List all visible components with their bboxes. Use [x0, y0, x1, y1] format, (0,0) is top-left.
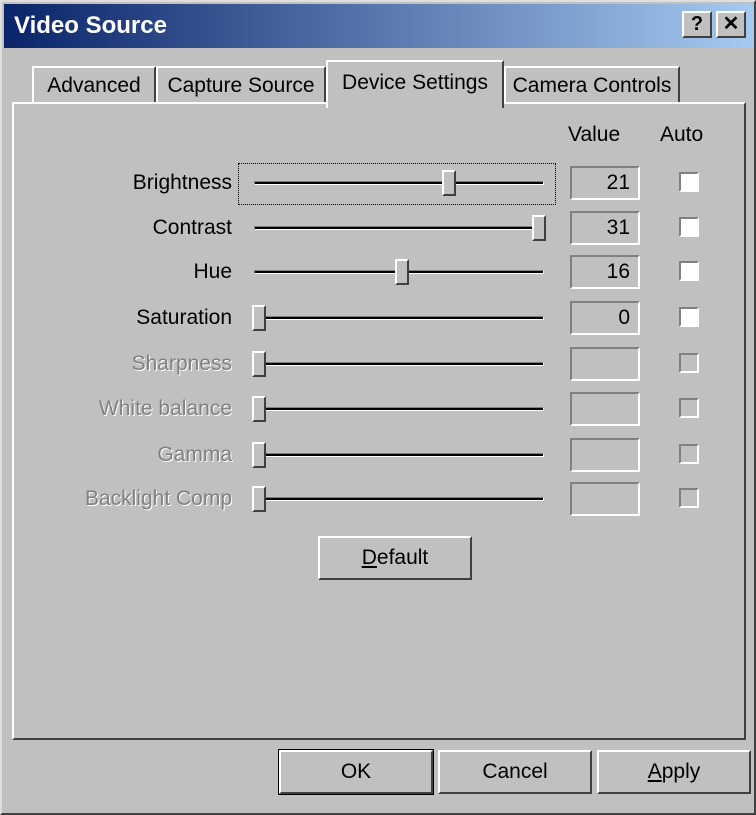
- saturation-label: Saturation: [136, 306, 232, 329]
- cancel-button[interactable]: Cancel: [438, 750, 592, 794]
- hue-value: 16: [570, 255, 640, 289]
- contrast-label: Contrast: [152, 216, 232, 239]
- white-balance-value: [570, 392, 640, 426]
- contrast-slider-thumb[interactable]: [532, 215, 546, 241]
- sharpness-slider-track: [254, 362, 544, 366]
- saturation-slider-track[interactable]: [254, 316, 544, 320]
- sharpness-value: [570, 347, 640, 381]
- hue-label: Hue: [193, 260, 232, 283]
- sharpness-label: Sharpness: [131, 352, 232, 375]
- white-balance-label: White balance: [98, 397, 232, 420]
- white-balance-slider-thumb: [252, 396, 266, 422]
- white-balance-slider-track: [254, 407, 544, 411]
- brightness-label: Brightness: [132, 171, 232, 194]
- brightness-slider-track[interactable]: [254, 181, 544, 185]
- value-column-header: Value: [568, 123, 621, 146]
- brightness-slider-thumb[interactable]: [442, 170, 457, 196]
- contrast-auto-checkbox[interactable]: [679, 217, 699, 237]
- apply-label-rest: pply: [661, 760, 701, 783]
- ok-button[interactable]: OK: [278, 749, 434, 795]
- auto-column-header: Auto: [660, 123, 704, 146]
- apply-button[interactable]: Apply: [597, 750, 751, 794]
- apply-mnemonic: A: [647, 760, 662, 783]
- hue-auto-checkbox[interactable]: [679, 261, 699, 281]
- default-button[interactable]: Default: [318, 536, 472, 580]
- backlight-comp-value: [570, 482, 640, 516]
- brightness-auto-checkbox[interactable]: [679, 172, 699, 192]
- brightness-value: 21: [570, 166, 640, 200]
- backlight-comp-slider-thumb: [252, 486, 266, 512]
- default-label-rest: efault: [376, 546, 429, 569]
- saturation-auto-checkbox[interactable]: [679, 307, 699, 327]
- sharpness-slider-thumb: [252, 351, 266, 377]
- backlight-comp-slider-track: [254, 497, 544, 501]
- contrast-slider-track[interactable]: [254, 226, 544, 230]
- saturation-slider-thumb[interactable]: [252, 305, 266, 331]
- gamma-value: [570, 438, 640, 472]
- gamma-slider-thumb: [252, 442, 266, 468]
- white-balance-auto-checkbox: [679, 398, 699, 418]
- gamma-label: Gamma: [157, 443, 232, 466]
- default-mnemonic: D: [361, 546, 377, 569]
- contrast-value: 31: [570, 211, 640, 245]
- hue-slider-thumb[interactable]: [394, 259, 409, 285]
- sharpness-auto-checkbox: [679, 353, 699, 373]
- saturation-value: 0: [570, 301, 640, 335]
- settings-area: Value Auto Brightness 21 Contrast 31 Hue 16 Sa…: [0, 0, 756, 815]
- backlight-comp-label: Backlight Comp: [84, 487, 232, 510]
- backlight-comp-auto-checkbox: [679, 488, 699, 508]
- gamma-auto-checkbox: [679, 444, 699, 464]
- gamma-slider-track: [254, 453, 544, 457]
